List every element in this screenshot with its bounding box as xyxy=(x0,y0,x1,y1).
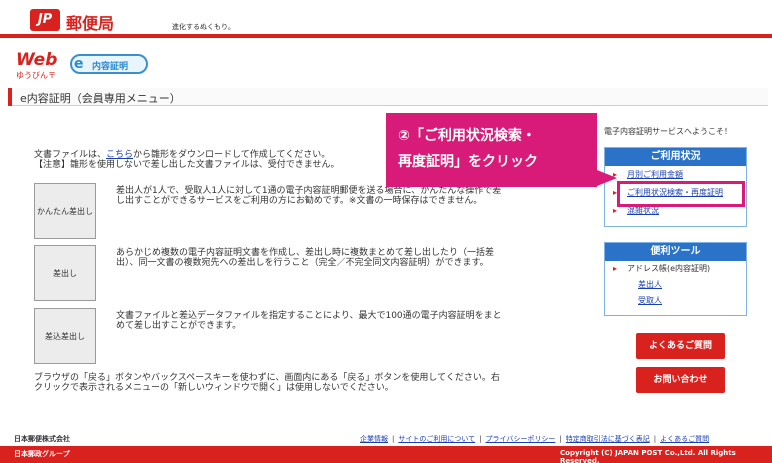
footer-separator: | xyxy=(392,435,395,443)
send-button[interactable]: 差出し xyxy=(34,245,96,301)
browser-usage-note: ブラウザの「戻る」ボタンやバックスペースキーを使わずに、画面内にある「戻る」ボタ… xyxy=(34,373,500,393)
highlight-box xyxy=(617,181,745,207)
heading-accent-bar xyxy=(8,88,12,106)
e-logo-text: 内容証明 xyxy=(92,62,129,72)
web-yubin-logo[interactable]: Web xyxy=(16,50,57,70)
congestion-status-label: 混雑状況 xyxy=(627,206,659,215)
footer-copyright: Copyright (C) JAPAN POST Co.,Ltd. All Ri… xyxy=(560,449,736,463)
footer-separator: | xyxy=(479,435,482,443)
callout-line-1: ②「ご利用状況検索・ xyxy=(398,128,536,144)
merge-send-description: 文書ファイルと差込データファイルを指定することにより、最大で100通の電子内容証… xyxy=(116,311,502,331)
panel-spacer xyxy=(605,220,746,226)
intro-line-1: 文書ファイルは、こちらから雛形をダウンロードして作成してください。 xyxy=(34,150,394,160)
merge-send-button[interactable]: 差込差出し xyxy=(34,308,96,364)
intro-line-2: 【注意】雛形を使用しないで差し出した文書ファイルは、受付できません。 xyxy=(34,160,340,170)
footer-link-privacy[interactable]: プライバシーポリシー xyxy=(486,435,556,443)
callout-pointer xyxy=(597,170,617,186)
intro-text-after: から雛形をダウンロードして作成してください。 xyxy=(133,150,331,160)
e-logo-letter: e xyxy=(74,56,84,72)
top-header: JP 郵便局 進化するぬくもり。 xyxy=(0,0,772,38)
callout-line-2: 再度証明」をクリック xyxy=(398,154,538,170)
faq-button[interactable]: よくあるご質問 xyxy=(636,333,725,359)
intro-text-before: 文書ファイルは、 xyxy=(34,150,107,160)
footer-link-company-info[interactable]: 企業情報 xyxy=(360,435,388,443)
easy-send-description: 差出人が1人で、受取人1人に対して1通の電子内容証明郵便を送る場合に、かんたんな… xyxy=(116,186,502,206)
tagline: 進化するぬくもり。 xyxy=(172,23,235,31)
arrow-right-icon: ▸ xyxy=(613,264,618,273)
usage-status-title: ご利用状況 xyxy=(605,148,746,166)
service-header: Web ゆうびん〒 e 内容証明 xyxy=(0,42,772,84)
sender-link[interactable]: 差出人 xyxy=(605,277,746,293)
page-heading: e内容証明（会員専用メニュー） xyxy=(8,88,768,106)
address-book-item: ▸ アドレス帳(e内容証明) xyxy=(605,261,746,277)
footer-separator: | xyxy=(653,435,657,443)
page-title: e内容証明（会員専用メニュー） xyxy=(20,92,181,105)
footer-link-faq[interactable]: よくあるご質問 xyxy=(660,435,709,443)
send-description: あらかじめ複数の電子内容証明文書を作成し、差出し時に複数まとめて差し出したり（一… xyxy=(116,248,495,268)
contact-button[interactable]: お問い合わせ xyxy=(636,367,725,393)
easy-send-button[interactable]: かんたん差出し xyxy=(34,183,96,239)
footer-link-site-usage[interactable]: サイトのご利用について xyxy=(398,435,475,443)
template-download-link[interactable]: こちら xyxy=(106,150,133,160)
brand-name: 郵便局 xyxy=(66,14,115,33)
jp-post-logo[interactable]: JP xyxy=(30,9,60,31)
footer-group-name: 日本郵政グループ xyxy=(14,450,70,458)
tools-title: 便利ツール xyxy=(605,243,746,261)
footer-company: 日本郵便株式会社 xyxy=(14,435,70,443)
panel-spacer xyxy=(605,309,746,315)
address-book-label: アドレス帳(e内容証明) xyxy=(627,264,711,273)
footer-separator: | xyxy=(559,435,562,443)
welcome-message: 電子内容証明サービスへようこそ！ xyxy=(604,127,732,136)
footer-link-commerce-law[interactable]: 特定商取引法に基づく表記 xyxy=(566,435,650,443)
web-yubin-sub: ゆうびん〒 xyxy=(16,71,56,80)
monthly-usage-label: 月別ご利用金額 xyxy=(627,170,683,179)
intro-text: 文書ファイルは、こちらから雛形をダウンロードして作成してください。 【注意】雛形… xyxy=(34,150,394,170)
footer-links: 企業情報 | サイトのご利用について | プライバシーポリシー | 特定商取引法に基づく表記… xyxy=(360,434,709,444)
tools-panel: 便利ツール ▸ アドレス帳(e内容証明) 差出人 受取人 xyxy=(604,242,747,316)
recipient-link[interactable]: 受取人 xyxy=(605,293,746,309)
e-naiyo-shomei-logo[interactable]: e 内容証明 xyxy=(70,54,148,74)
instruction-callout: ②「ご利用状況検索・ 再度証明」をクリック xyxy=(386,113,597,187)
